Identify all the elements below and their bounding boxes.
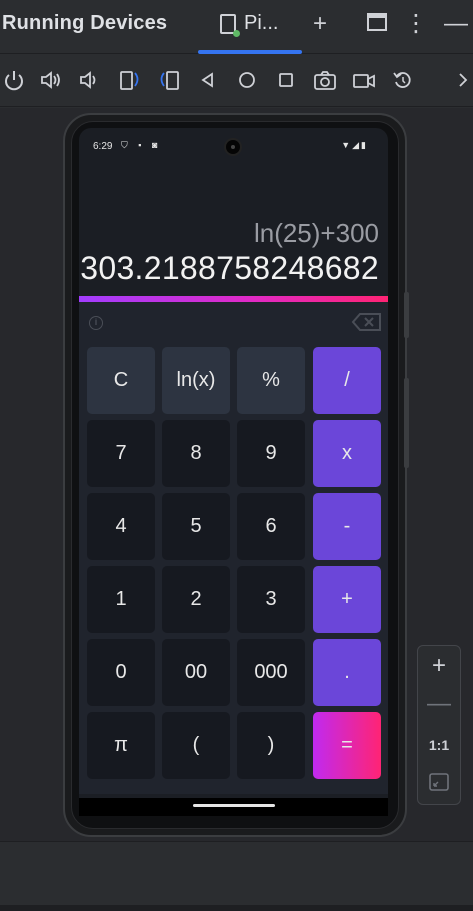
- key-decimal[interactable]: .: [313, 639, 381, 706]
- key-minus[interactable]: -: [313, 493, 381, 560]
- key-000[interactable]: 000: [237, 639, 305, 706]
- volume-down-icon: [80, 71, 96, 89]
- notification-icons: ⛉ ▪ ◙: [121, 140, 162, 150]
- key-percent[interactable]: %: [237, 347, 305, 414]
- more-chevron-icon: [459, 73, 468, 87]
- more-tools-button[interactable]: [452, 67, 473, 93]
- power-icon: [5, 71, 23, 91]
- key-open-paren[interactable]: (: [162, 712, 230, 779]
- minimize-button[interactable]: —: [442, 10, 470, 38]
- volume-down-button[interactable]: [77, 67, 101, 93]
- system-status-icons: ▼◢▮: [341, 140, 368, 150]
- key-7[interactable]: 7: [87, 420, 155, 487]
- device-toolbar: [0, 55, 473, 107]
- rotate-right-button[interactable]: [157, 67, 181, 93]
- key-pi[interactable]: π: [87, 712, 155, 779]
- rotate-left-button[interactable]: [118, 67, 142, 93]
- tab-pixel-device[interactable]: Pi...: [198, 0, 302, 54]
- key-1[interactable]: 1: [87, 566, 155, 633]
- title-bar: Running Devices Pi... + ⋮ —: [0, 0, 473, 54]
- actual-size-button[interactable]: 1:1: [418, 727, 460, 763]
- backspace-icon: [351, 313, 381, 331]
- key-0[interactable]: 0: [87, 639, 155, 706]
- key-8[interactable]: 8: [162, 420, 230, 487]
- key-00[interactable]: 00: [162, 639, 230, 706]
- home-icon: [239, 72, 255, 88]
- key-ln[interactable]: ln(x): [162, 347, 230, 414]
- reset-icon: [393, 72, 411, 88]
- device-volume-key: [404, 378, 409, 468]
- backspace-button[interactable]: [351, 312, 383, 332]
- screen-record-button[interactable]: [352, 67, 376, 93]
- status-strip: [0, 841, 473, 911]
- zoom-out-button[interactable]: —: [418, 686, 460, 722]
- screenshot-button[interactable]: [313, 67, 337, 93]
- key-close-paren[interactable]: ): [237, 712, 305, 779]
- device-power-key: [404, 292, 409, 338]
- rotate-right-icon: [160, 71, 179, 90]
- key-equals[interactable]: =: [313, 712, 381, 779]
- key-2[interactable]: 2: [162, 566, 230, 633]
- home-gesture-pill[interactable]: [193, 804, 275, 807]
- volume-up-icon: [41, 71, 60, 89]
- info-icon[interactable]: i: [89, 316, 103, 330]
- overview-button[interactable]: [274, 67, 298, 93]
- display-actions: i: [79, 302, 388, 344]
- status-time: 6:29: [93, 141, 113, 152]
- result-display: 303.2188758248682: [80, 250, 379, 286]
- key-divide[interactable]: /: [313, 347, 381, 414]
- device-tab-icon: [220, 14, 240, 37]
- overview-icon: [279, 73, 293, 87]
- home-button[interactable]: [235, 67, 259, 93]
- front-camera-icon: [224, 138, 242, 156]
- fit-screen-icon: [429, 773, 449, 791]
- reset-button[interactable]: [391, 67, 415, 93]
- zoom-controls: + — 1:1: [417, 645, 461, 805]
- key-6[interactable]: 6: [237, 493, 305, 560]
- key-5[interactable]: 5: [162, 493, 230, 560]
- volume-up-button[interactable]: [39, 67, 63, 93]
- key-multiply[interactable]: x: [313, 420, 381, 487]
- add-device-button[interactable]: +: [306, 10, 334, 38]
- back-button[interactable]: [196, 67, 220, 93]
- screen-record-icon: [353, 74, 375, 88]
- panel-title: Running Devices: [2, 12, 168, 34]
- key-3[interactable]: 3: [237, 566, 305, 633]
- tab-label: Pi...: [244, 12, 279, 34]
- keypad: Cln(x)%/7 8 9 x 4 5 6-1 2 3 +0 00 000. π() =: [79, 344, 388, 794]
- window-layout-icon: [367, 13, 387, 31]
- status-bar: 6:29 ⛉ ▪ ◙ ▼◢▮: [79, 128, 388, 164]
- fit-screen-button[interactable]: [418, 766, 460, 802]
- gesture-nav-bar: [79, 798, 388, 816]
- zoom-in-button[interactable]: +: [418, 648, 460, 684]
- key-clear[interactable]: C: [87, 347, 155, 414]
- active-tab-indicator: [198, 50, 302, 54]
- more-options-button[interactable]: ⋮: [402, 10, 430, 38]
- expression-display: ln(25)+300: [253, 218, 379, 248]
- key-9[interactable]: 9: [237, 420, 305, 487]
- window-layout-button[interactable]: [363, 10, 391, 38]
- screenshot-icon: [314, 71, 336, 90]
- back-icon: [201, 72, 213, 88]
- phone-screen[interactable]: 6:29 ⛉ ▪ ◙ ▼◢▮ ln(25)+300 303.2188758248…: [79, 128, 388, 816]
- rotate-left-icon: [120, 71, 139, 90]
- key-plus[interactable]: +: [313, 566, 381, 633]
- power-button[interactable]: [2, 67, 26, 93]
- key-4[interactable]: 4: [87, 493, 155, 560]
